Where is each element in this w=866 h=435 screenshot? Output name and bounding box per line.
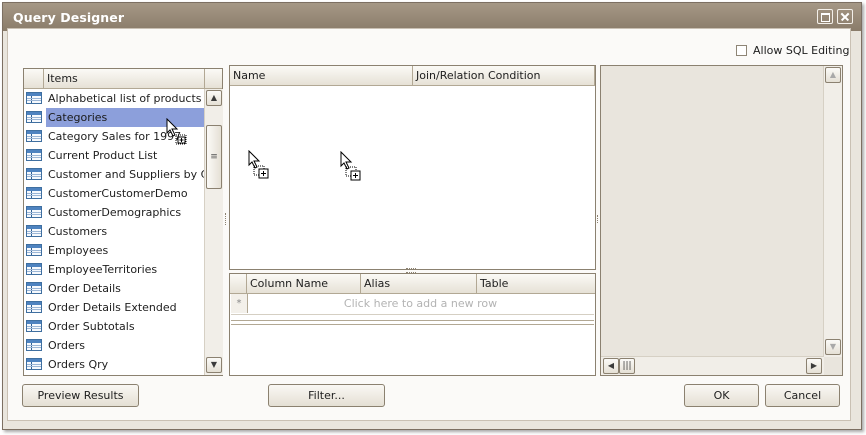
scroll-up-button[interactable]: ▲ bbox=[206, 90, 222, 106]
grid-footer-line bbox=[231, 320, 594, 325]
list-item-label: Order Subtotals bbox=[48, 320, 135, 333]
list-item[interactable]: Orders Qry bbox=[25, 355, 204, 374]
list-item[interactable]: Customers bbox=[25, 222, 204, 241]
columns-col-name[interactable]: Column Name bbox=[247, 274, 361, 293]
sql-hscroll[interactable]: ◀ ||| ▶ bbox=[601, 356, 824, 375]
columns-grid-panel: Column Name Alias Table * Click here to … bbox=[229, 273, 596, 376]
items-panel: Items Alphabetical list of products Categ… bbox=[23, 68, 223, 376]
columns-header: Column Name Alias Table bbox=[230, 274, 595, 294]
columns-col-alias[interactable]: Alias bbox=[361, 274, 477, 293]
drag-copy-cursor-icon bbox=[248, 150, 269, 179]
new-row[interactable]: * Click here to add a new row bbox=[231, 294, 594, 315]
list-item[interactable]: Orders bbox=[25, 336, 204, 355]
filter-button[interactable]: Filter... bbox=[268, 384, 385, 407]
items-header: Items bbox=[24, 69, 222, 89]
list-item[interactable]: Order Details Extended bbox=[25, 298, 204, 317]
sql-vscroll[interactable]: ▲ ▼ bbox=[823, 66, 842, 357]
list-item[interactable]: Employees bbox=[25, 241, 204, 260]
list-item[interactable]: Order Subtotals bbox=[25, 317, 204, 336]
list-item[interactable]: Current Product List bbox=[25, 146, 204, 165]
list-item-label: Order Details Extended bbox=[48, 301, 177, 314]
list-item-label: EmployeeTerritories bbox=[48, 263, 158, 276]
new-row-indicator: * bbox=[231, 294, 248, 313]
table-icon bbox=[26, 301, 42, 313]
maximize-button[interactable] bbox=[817, 9, 833, 24]
scroll-down-button[interactable]: ▼ bbox=[206, 357, 222, 373]
sql-hscroll-thumb[interactable]: ||| bbox=[619, 358, 635, 374]
items-scrollbar[interactable]: ▲ ≡ ▼ bbox=[204, 89, 223, 375]
drag-copy-cursor-icon bbox=[166, 118, 187, 145]
allow-sql-editing-label[interactable]: Allow SQL Editing bbox=[753, 44, 849, 57]
columns-header-indicator bbox=[230, 274, 247, 293]
table-icon bbox=[26, 206, 42, 218]
table-icon bbox=[26, 263, 42, 275]
list-item-label: Orders bbox=[48, 339, 85, 352]
list-item-label: CustomerDemographics bbox=[48, 206, 182, 219]
table-icon bbox=[26, 339, 42, 351]
scroll-thumb[interactable]: ≡ bbox=[206, 125, 222, 189]
table-icon bbox=[26, 149, 42, 161]
tables-panel[interactable]: Name Join/Relation Condition bbox=[229, 65, 596, 270]
ok-button[interactable]: OK bbox=[684, 384, 759, 407]
sql-scroll-down-button[interactable]: ▼ bbox=[825, 339, 841, 355]
table-icon bbox=[26, 111, 42, 123]
list-item-label: CustomerCustomerDemo bbox=[48, 187, 188, 200]
sql-scroll-up-button[interactable]: ▲ bbox=[825, 67, 841, 83]
cancel-button[interactable]: Cancel bbox=[765, 384, 840, 407]
drag-copy-cursor-icon bbox=[340, 151, 361, 181]
table-icon bbox=[26, 320, 42, 332]
tables-col-name[interactable]: Name bbox=[230, 66, 413, 85]
sql-scroll-left-button[interactable]: ◀ bbox=[603, 358, 619, 374]
list-item-label: Current Product List bbox=[48, 149, 158, 162]
window-title: Query Designer bbox=[13, 10, 125, 25]
list-item[interactable]: Order Details bbox=[25, 279, 204, 298]
list-item[interactable]: CustomerCustomerDemo bbox=[25, 184, 204, 203]
title-bar: Query Designer bbox=[3, 3, 861, 31]
table-icon bbox=[26, 92, 42, 104]
list-item-label: Order Details bbox=[48, 282, 121, 295]
allow-sql-editing-checkbox[interactable] bbox=[736, 45, 747, 56]
columns-col-table[interactable]: Table bbox=[477, 274, 595, 293]
items-header-cell[interactable]: Items bbox=[44, 69, 205, 88]
table-icon bbox=[26, 282, 42, 294]
sql-scroll-right-button[interactable]: ▶ bbox=[806, 358, 822, 374]
table-icon bbox=[26, 225, 42, 237]
list-item[interactable]: CustomerDemographics bbox=[25, 203, 204, 222]
list-item-label: Orders Qry bbox=[48, 358, 109, 371]
tables-header: Name Join/Relation Condition bbox=[230, 66, 595, 86]
list-item-label: Alphabetical list of products bbox=[48, 92, 202, 105]
table-icon bbox=[26, 358, 42, 370]
list-item[interactable]: Customer and Suppliers by City bbox=[25, 165, 222, 184]
table-icon bbox=[26, 168, 42, 180]
list-item-label: Employees bbox=[48, 244, 109, 257]
list-item[interactable]: Alphabetical list of products bbox=[25, 89, 204, 108]
list-item-label: Customer and Suppliers by City bbox=[48, 168, 223, 181]
list-item-label: Category Sales for 1997 bbox=[48, 130, 182, 143]
list-item-label: Customers bbox=[48, 225, 108, 238]
tables-col-join[interactable]: Join/Relation Condition bbox=[413, 66, 595, 85]
close-button[interactable] bbox=[837, 9, 853, 24]
new-row-placeholder[interactable]: Click here to add a new row bbox=[247, 294, 594, 313]
sql-panel[interactable]: ▲ ▼ ◀ ||| ▶ bbox=[600, 65, 843, 376]
list-item[interactable]: EmployeeTerritories bbox=[25, 260, 204, 279]
table-icon bbox=[26, 187, 42, 199]
table-icon bbox=[26, 244, 42, 256]
table-icon bbox=[26, 130, 42, 142]
items-header-indicator bbox=[24, 69, 44, 88]
preview-results-button[interactable]: Preview Results bbox=[22, 384, 139, 407]
